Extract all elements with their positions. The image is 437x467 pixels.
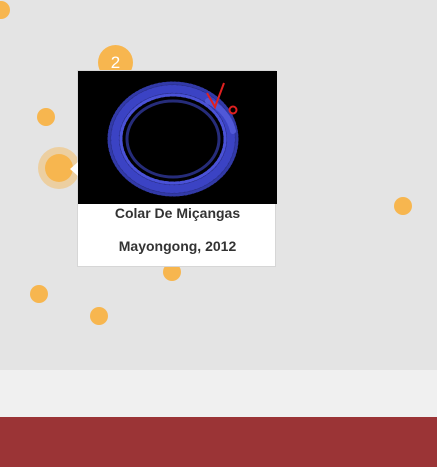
active-map-marker[interactable]	[45, 154, 73, 182]
map-marker[interactable]	[37, 108, 55, 126]
map-marker[interactable]	[90, 307, 108, 325]
map-popup[interactable]: Colar De Miçangas Mayongong, 2012	[70, 70, 277, 267]
map-marker[interactable]	[0, 1, 10, 19]
popup-subtitle: Mayongong, 2012	[118, 238, 237, 254]
popup-arrow	[70, 162, 78, 176]
popup-image[interactable]	[78, 71, 277, 204]
map-marker[interactable]	[394, 197, 412, 215]
map-canvas[interactable]: 2 Colar De Miçangas Mayongong, 2012	[0, 0, 437, 370]
map-marker[interactable]	[30, 285, 48, 303]
popup-title: Colar De Miçangas	[114, 205, 241, 221]
footer-bar	[0, 417, 437, 467]
content-band	[0, 370, 437, 417]
necklace-image	[78, 71, 277, 204]
